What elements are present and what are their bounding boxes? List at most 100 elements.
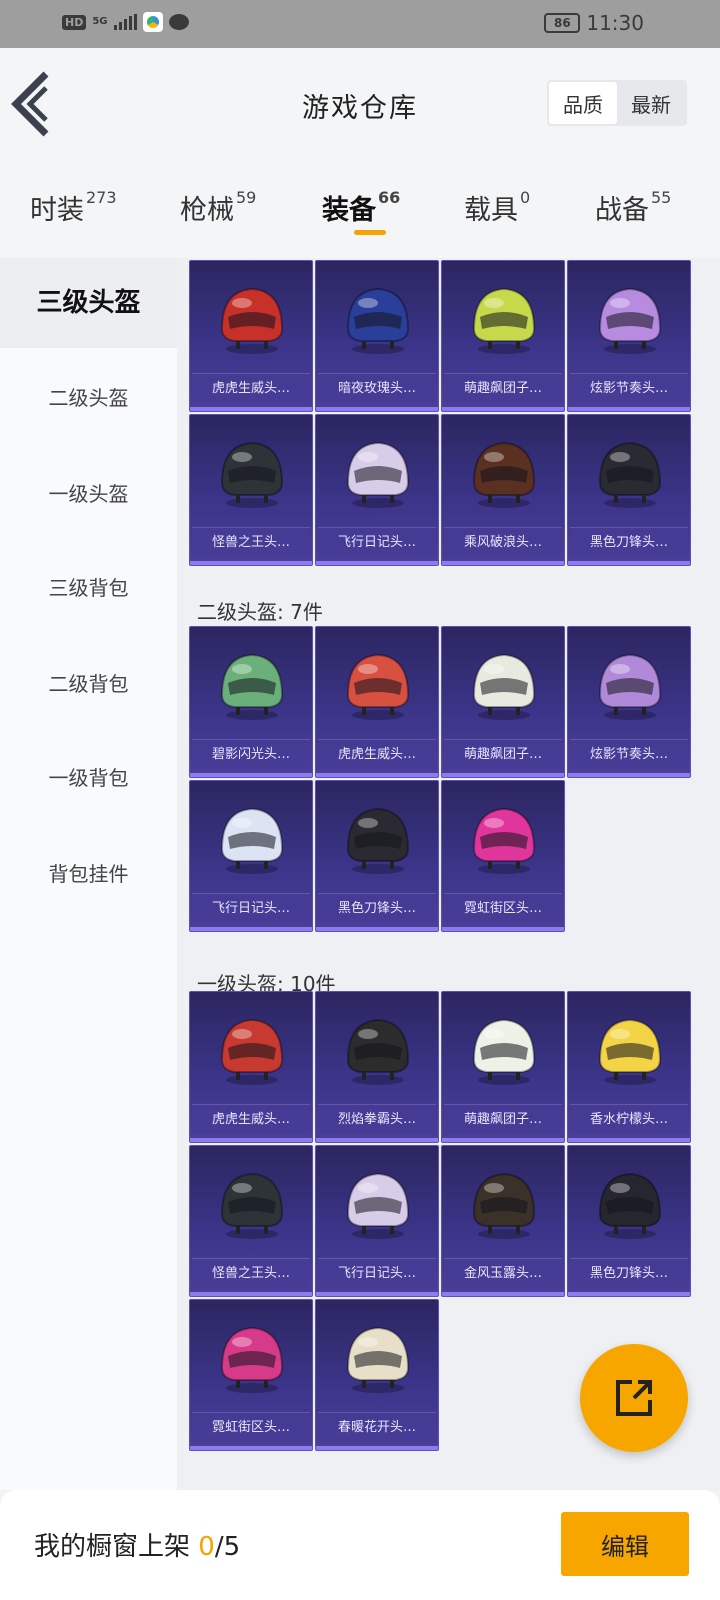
tab-count: 273 bbox=[86, 188, 117, 207]
category-tabs: 时装 273 枪械 59 装备 66 载具 0 战备 55 bbox=[0, 188, 720, 248]
helmet-icon bbox=[220, 441, 284, 508]
helmet-icon bbox=[220, 1172, 284, 1239]
header: 游戏仓库 品质 最新 时装 273 枪械 59 装备 66 载具 0 战备 55 bbox=[0, 48, 720, 258]
item-card[interactable]: 暗夜玫瑰头… bbox=[315, 260, 439, 412]
tab-count: 55 bbox=[651, 188, 672, 207]
tab-label: 装备 bbox=[322, 195, 376, 226]
bottom-bar: 我的橱窗上架 0/5 编辑 bbox=[0, 1490, 720, 1600]
clock: 11:30 bbox=[586, 11, 644, 35]
helmet-icon bbox=[598, 1172, 662, 1239]
tab-count: 66 bbox=[378, 188, 401, 207]
helmet-icon bbox=[346, 1326, 410, 1393]
tab-count: 0 bbox=[520, 188, 531, 207]
tab-weapons[interactable]: 枪械 59 bbox=[180, 188, 256, 227]
helmet-icon bbox=[472, 287, 536, 354]
sidebar-item-backpack-charm[interactable]: 背包挂件 bbox=[0, 858, 177, 887]
item-card-name: 黑色刀锋头… bbox=[318, 893, 436, 923]
item-card[interactable]: 烈焰拳霸头… bbox=[315, 991, 439, 1143]
tab-fashion[interactable]: 时装 273 bbox=[30, 188, 117, 227]
showcase-total: /5 bbox=[214, 1532, 241, 1562]
item-card[interactable]: 虎虎生威头… bbox=[189, 991, 313, 1143]
showcase-count: 0 bbox=[198, 1532, 215, 1562]
item-card-name: 烈焰拳霸头… bbox=[318, 1104, 436, 1134]
item-card[interactable]: 飞行日记头… bbox=[315, 414, 439, 566]
status-right: 86 11:30 bbox=[544, 11, 644, 35]
item-card[interactable]: 黑色刀锋头… bbox=[315, 780, 439, 932]
tab-supplies[interactable]: 战备 55 bbox=[595, 188, 671, 227]
item-card[interactable]: 怪兽之王头… bbox=[189, 1145, 313, 1297]
helmet-icon bbox=[472, 653, 536, 720]
helmet-icon bbox=[220, 807, 284, 874]
helmet-icon bbox=[472, 1172, 536, 1239]
helmet-icon bbox=[598, 1018, 662, 1085]
chat-notification-icon bbox=[168, 14, 189, 30]
tab-label: 枪械 bbox=[180, 195, 234, 226]
sidebar-item-level1-backpack[interactable]: 一级背包 bbox=[0, 762, 177, 791]
item-card-name: 萌趣飙团子… bbox=[444, 373, 562, 403]
helmet-icon bbox=[598, 287, 662, 354]
item-card[interactable]: 黑色刀锋头… bbox=[567, 1145, 691, 1297]
item-card[interactable]: 霓虹街区头… bbox=[441, 780, 565, 932]
sidebar-item-level2-backpack[interactable]: 二级背包 bbox=[0, 668, 177, 697]
item-card[interactable]: 萌趣飙团子… bbox=[441, 626, 565, 778]
item-card[interactable]: 炫影节奏头… bbox=[567, 260, 691, 412]
item-card-name: 飞行日记头… bbox=[318, 527, 436, 557]
item-card-name: 炫影节奏头… bbox=[570, 739, 688, 769]
item-card-name: 怪兽之王头… bbox=[192, 1258, 310, 1288]
item-card-name: 霓虹街区头… bbox=[192, 1412, 310, 1442]
sidebar: 三级头盔 二级头盔 一级头盔 三级背包 二级背包 一级背包 背包挂件 bbox=[0, 258, 177, 1490]
item-card-name: 暗夜玫瑰头… bbox=[318, 373, 436, 403]
hd-indicator: HD bbox=[62, 14, 87, 30]
item-card[interactable]: 虎虎生威头… bbox=[189, 260, 313, 412]
sidebar-item-level3-helmet[interactable]: 三级头盔 bbox=[0, 258, 177, 348]
helmet-icon bbox=[472, 1018, 536, 1085]
item-card-name: 乘风破浪头… bbox=[444, 527, 562, 557]
item-card-name: 虎虎生威头… bbox=[318, 739, 436, 769]
helmet-icon bbox=[220, 653, 284, 720]
item-card[interactable]: 金风玉露头… bbox=[441, 1145, 565, 1297]
item-card[interactable]: 碧影闪光头… bbox=[189, 626, 313, 778]
share-button[interactable] bbox=[580, 1344, 688, 1452]
sort-option-newest[interactable]: 最新 bbox=[617, 82, 685, 124]
share-icon bbox=[616, 1380, 652, 1416]
item-card[interactable]: 怪兽之王头… bbox=[189, 414, 313, 566]
sidebar-item-level1-helmet[interactable]: 一级头盔 bbox=[0, 478, 177, 507]
item-card[interactable]: 乘风破浪头… bbox=[441, 414, 565, 566]
item-card-name: 飞行日记头… bbox=[318, 1258, 436, 1288]
item-card[interactable]: 霓虹街区头… bbox=[189, 1299, 313, 1451]
helmet-icon bbox=[472, 807, 536, 874]
helmet-icon bbox=[598, 441, 662, 508]
item-card[interactable]: 飞行日记头… bbox=[315, 1145, 439, 1297]
sort-toggle: 品质 最新 bbox=[547, 80, 687, 126]
item-card[interactable]: 虎虎生威头… bbox=[315, 626, 439, 778]
tab-label: 载具 bbox=[464, 195, 518, 226]
signal-icon bbox=[113, 14, 137, 30]
item-card-name: 春暖花开头… bbox=[318, 1412, 436, 1442]
item-card-name: 霓虹街区头… bbox=[444, 893, 562, 923]
sort-option-quality[interactable]: 品质 bbox=[549, 82, 617, 124]
item-card-name: 香水柠檬头… bbox=[570, 1104, 688, 1134]
item-card[interactable]: 炫影节奏头… bbox=[567, 626, 691, 778]
item-card-name: 黑色刀锋头… bbox=[570, 527, 688, 557]
sidebar-item-level3-backpack[interactable]: 三级背包 bbox=[0, 572, 177, 601]
item-card[interactable]: 飞行日记头… bbox=[189, 780, 313, 932]
item-card[interactable]: 黑色刀锋头… bbox=[567, 414, 691, 566]
tab-vehicles[interactable]: 载具 0 bbox=[464, 188, 530, 227]
showcase-label: 我的橱窗上架 bbox=[34, 1532, 199, 1562]
item-card[interactable]: 萌趣飙团子… bbox=[441, 260, 565, 412]
item-card-name: 炫影节奏头… bbox=[570, 373, 688, 403]
helmet-icon bbox=[346, 441, 410, 508]
item-card[interactable]: 春暖花开头… bbox=[315, 1299, 439, 1451]
helmet-icon bbox=[598, 653, 662, 720]
edit-button[interactable]: 编辑 bbox=[561, 1512, 689, 1576]
item-card-name: 碧影闪光头… bbox=[192, 739, 310, 769]
sidebar-item-level2-helmet[interactable]: 二级头盔 bbox=[0, 382, 177, 411]
item-card[interactable]: 萌趣飙团子… bbox=[441, 991, 565, 1143]
helmet-icon bbox=[472, 441, 536, 508]
item-card-name: 虎虎生威头… bbox=[192, 1104, 310, 1134]
item-card[interactable]: 香水柠檬头… bbox=[567, 991, 691, 1143]
tab-equipment[interactable]: 装备 66 bbox=[322, 188, 400, 227]
tab-label: 时装 bbox=[30, 195, 84, 226]
helmet-icon bbox=[346, 807, 410, 874]
item-card-name: 怪兽之王头… bbox=[192, 527, 310, 557]
